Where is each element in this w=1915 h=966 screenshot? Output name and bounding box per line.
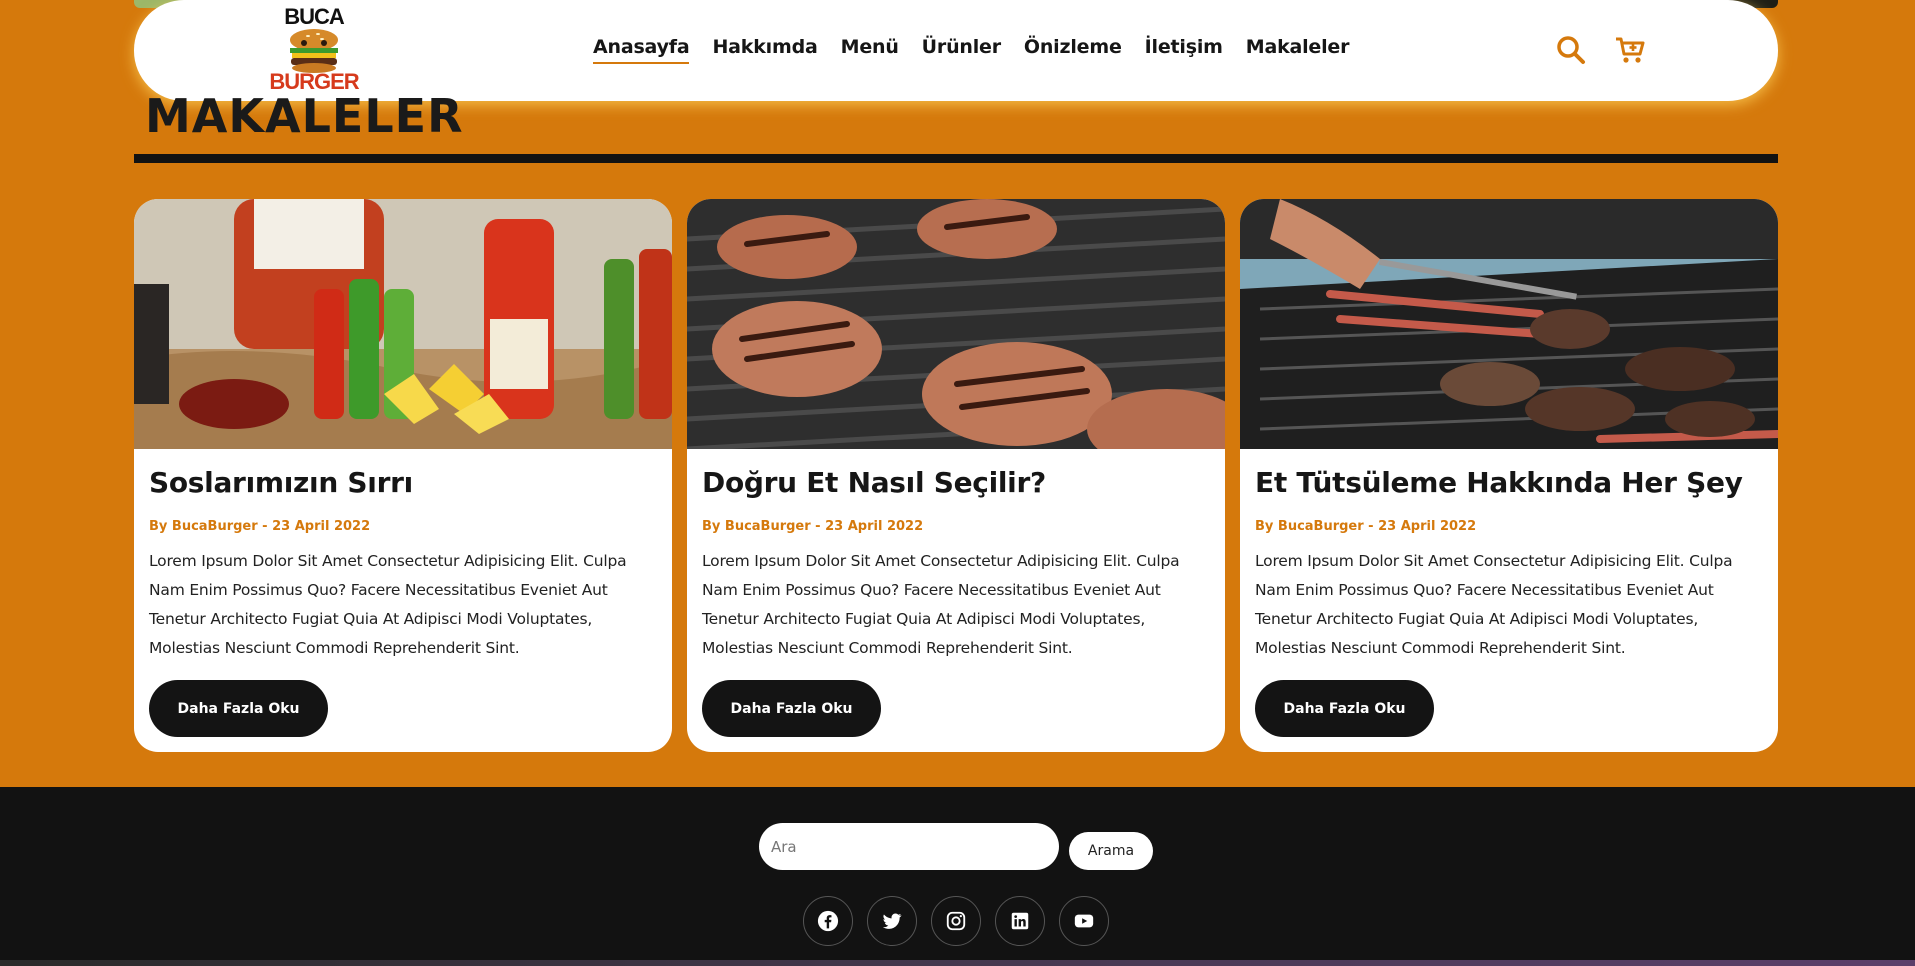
linkedin-link[interactable] — [995, 896, 1045, 946]
read-more-button[interactable]: Daha Fazla Oku — [702, 680, 881, 737]
article-title: Soslarımızın Sırrı — [149, 466, 413, 499]
cart-plus-icon — [1616, 37, 1645, 63]
burger-icon — [290, 29, 338, 73]
buca-burger-logo[interactable]: BUCA BURGER — [268, 6, 360, 98]
cart-button[interactable] — [1614, 34, 1646, 66]
bottom-edge-strip — [0, 960, 1915, 966]
grilled-patties-image — [687, 199, 1225, 449]
twitter-icon — [882, 913, 902, 929]
read-more-button[interactable]: Daha Fazla Oku — [1255, 680, 1434, 737]
article-title: Et Tütsüleme Hakkında Her Şey — [1255, 466, 1743, 499]
twitter-link[interactable] — [867, 896, 917, 946]
nav-onizleme[interactable]: Önizleme — [1024, 36, 1122, 64]
article-meta: By BucaBurger - 23 April 2022 — [149, 519, 371, 534]
footer-search-button[interactable]: Arama — [1069, 832, 1153, 870]
instagram-link[interactable] — [931, 896, 981, 946]
article-excerpt: Lorem Ipsum Dolor Sit Amet Consectetur A… — [149, 552, 627, 657]
article-meta: By BucaBurger - 23 April 2022 — [702, 519, 924, 534]
article-excerpt: Lorem Ipsum Dolor Sit Amet Consectetur A… — [702, 552, 1180, 657]
smoker-grill-image — [1240, 199, 1778, 449]
article-excerpt: Lorem Ipsum Dolor Sit Amet Consectetur A… — [1255, 552, 1733, 657]
title-divider — [134, 154, 1778, 163]
main-nav: Anasayfa Hakkımda Menü Ürünler Önizleme … — [593, 36, 1349, 64]
article-meta: By BucaBurger - 23 April 2022 — [1255, 519, 1477, 534]
linkedin-icon — [1011, 912, 1029, 930]
facebook-link[interactable] — [803, 896, 853, 946]
nav-iletisim[interactable]: İletişim — [1145, 36, 1223, 64]
logo-text-buca: BUCA — [284, 4, 345, 29]
nav-menu[interactable]: Menü — [841, 36, 899, 64]
search-button[interactable] — [1555, 34, 1587, 66]
youtube-link[interactable] — [1059, 896, 1109, 946]
search-icon — [1557, 36, 1585, 64]
instagram-icon — [946, 911, 966, 931]
nav-makaleler[interactable]: Makaleler — [1246, 36, 1350, 64]
footer-search-input[interactable] — [759, 823, 1059, 870]
article-title: Doğru Et Nasıl Seçilir? — [702, 466, 1046, 499]
article-card: Soslarımızın Sırrı By BucaBurger - 23 Ap… — [134, 199, 672, 752]
section-title: MAKALELER — [145, 89, 464, 143]
sauces-image — [134, 199, 672, 449]
article-card: Et Tütsüleme Hakkında Her Şey By BucaBur… — [1240, 199, 1778, 752]
read-more-button[interactable]: Daha Fazla Oku — [149, 680, 328, 737]
article-card: Doğru Et Nasıl Seçilir? By BucaBurger - … — [687, 199, 1225, 752]
facebook-icon — [817, 910, 839, 932]
nav-hakkimda[interactable]: Hakkımda — [712, 36, 817, 64]
nav-urunler[interactable]: Ürünler — [922, 36, 1001, 64]
youtube-icon — [1074, 914, 1094, 928]
nav-anasayfa[interactable]: Anasayfa — [593, 36, 690, 64]
